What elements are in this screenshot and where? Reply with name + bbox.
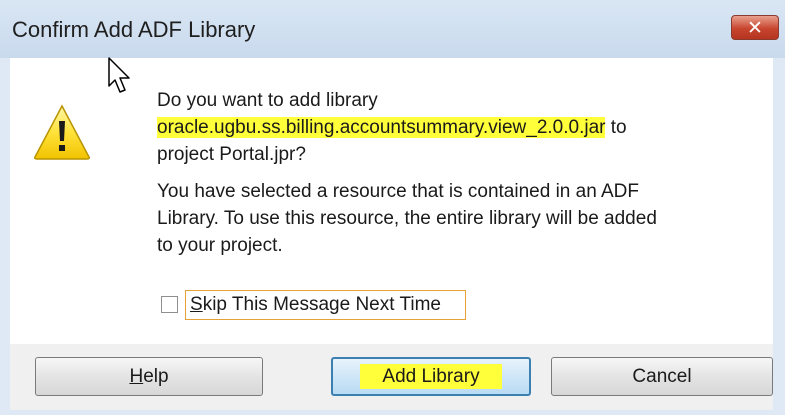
mouse-pointer-icon [108, 57, 130, 93]
close-icon: ✕ [747, 17, 763, 39]
dialog-window: Confirm Add ADF Library ✕ Do you want to… [0, 0, 785, 415]
add-library-label: Add Library [360, 364, 502, 389]
mnemonic-s: S [190, 294, 203, 315]
dialog-title: Confirm Add ADF Library [12, 17, 256, 42]
cancel-label: Cancel [632, 366, 692, 387]
help-button[interactable]: Help [35, 357, 263, 396]
skip-message-checkbox[interactable] [161, 296, 178, 313]
detail-line-3: to your project. [157, 235, 283, 256]
help-label: elp [143, 366, 169, 387]
add-library-button[interactable]: Add Library [331, 357, 531, 396]
detail-line-2: Library. To use this resource, the entir… [157, 208, 657, 229]
warning-icon [34, 104, 90, 160]
message-line-1: Do you want to add library [157, 90, 378, 111]
message-line-2: oracle.ugbu.ss.billing.accountsummary.vi… [157, 114, 757, 141]
close-button[interactable]: ✕ [731, 15, 779, 40]
cancel-button[interactable]: Cancel [551, 357, 773, 396]
skip-message-label[interactable]: Skip This Message Next Time [185, 290, 466, 320]
title-bar[interactable]: Confirm Add ADF Library ✕ [0, 0, 785, 58]
mnemonic-h: H [129, 366, 144, 387]
library-name: oracle.ugbu.ss.billing.accountsummary.vi… [157, 117, 606, 138]
message-line-3: project Portal.jpr? [157, 144, 306, 165]
detail-line-1: You have selected a resource that is con… [157, 181, 639, 202]
skip-message-text: kip This Message Next Time [202, 294, 441, 315]
message-to: to [605, 117, 627, 138]
